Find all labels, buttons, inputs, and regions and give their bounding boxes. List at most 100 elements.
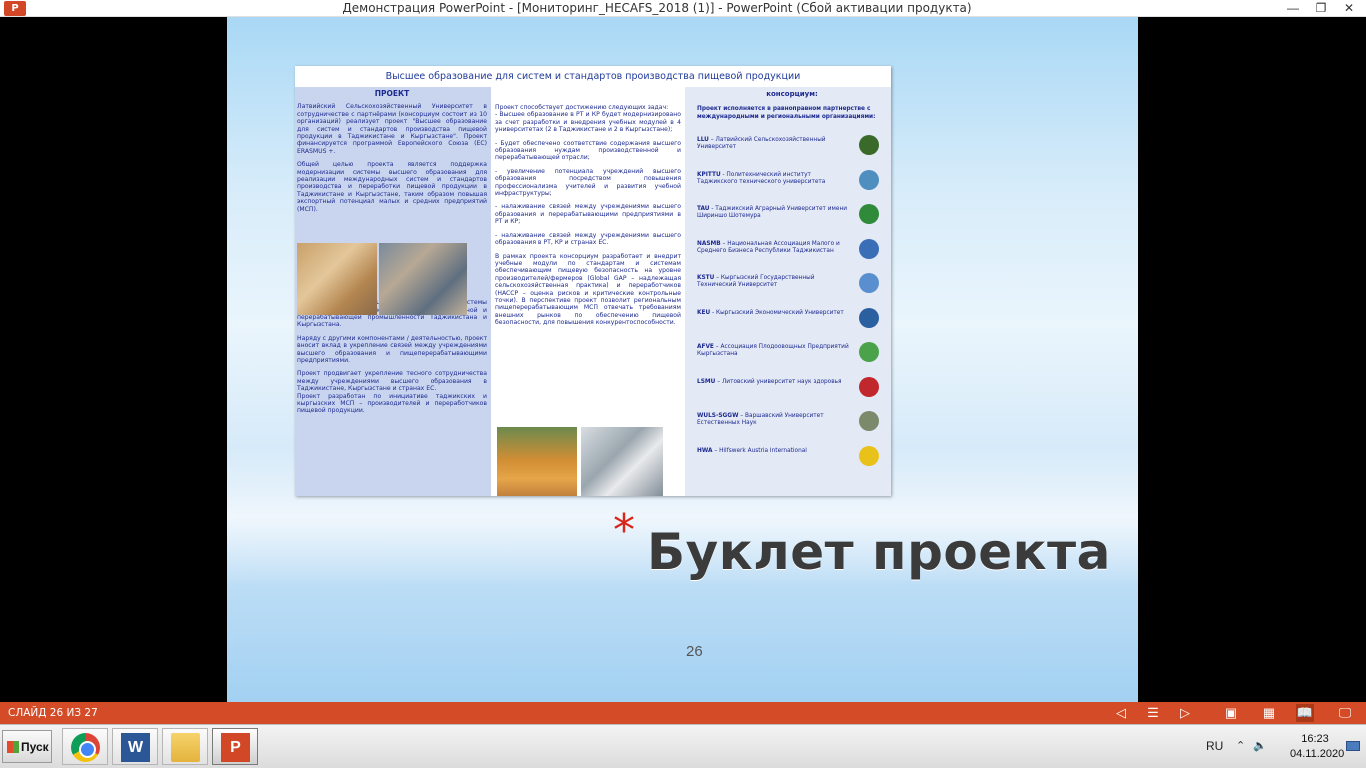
partner-abbr: KSTU: [697, 275, 715, 282]
brochure-photo-lab-worker: [581, 427, 663, 496]
title-bullet: *: [613, 505, 635, 556]
slideshow-icon[interactable]: 🖵: [1336, 704, 1354, 722]
task-links-eu-text: - налаживание связей между учреждениями …: [495, 231, 681, 247]
partner-name: - Кыргызский Экономический Университет: [710, 309, 844, 316]
task-content-text: - Будет обеспечено соответствие содержан…: [495, 139, 681, 162]
windows-taskbar: Пуск W P RU ⌃ 🔈 16:23 04.11.2020: [0, 724, 1366, 768]
partner-text: LLU – Латвийский Сельскохозяйственный Ун…: [697, 137, 849, 151]
partner-abbr: KEU: [697, 309, 711, 316]
windows-logo-icon: [7, 741, 19, 753]
start-button[interactable]: Пуск: [2, 730, 52, 763]
partner-abbr: KPITTU: [697, 171, 721, 178]
partner-item: LLU – Латвийский Сельскохозяйственный Ун…: [697, 129, 887, 164]
partner-item: LSMU – Литовский университет наук здоров…: [697, 371, 887, 406]
brochure-photo-food-processing: [297, 243, 377, 315]
partner-text: WULS-SGGW – Варшавский Университет Естес…: [697, 413, 849, 427]
partner-item: AFVE – Ассоциация Плодоовощных Предприят…: [697, 336, 887, 371]
powerpoint-icon: P: [221, 733, 250, 762]
partner-abbr: LLU: [697, 137, 709, 144]
partner-abbr: AFVE: [697, 344, 714, 351]
project-intro-text: Латвийский Сельскохозяйственный Универси…: [297, 103, 487, 155]
taskbar-chrome[interactable]: [62, 728, 108, 765]
partner-text: KSTU – Кыргызский Государственный Технич…: [697, 275, 849, 289]
consortium-intro: Проект исполняется в равноправном партне…: [697, 106, 876, 120]
partner-list: LLU – Латвийский Сельскохозяйственный Ун…: [697, 129, 887, 474]
brochure-photo-group-visit: [379, 243, 467, 315]
brochure-column-consortium: консорциум: Проект исполняется в равнопр…: [685, 87, 891, 496]
partner-abbr: NASMB: [697, 240, 721, 247]
partner-logo-icon: [859, 273, 879, 294]
slide-list-icon[interactable]: ☰: [1144, 704, 1162, 722]
word-icon: W: [121, 733, 150, 762]
partner-item: WULS-SGGW – Варшавский Университет Естес…: [697, 405, 887, 440]
project-components-text: Наряду с другими компонентами / деятельн…: [297, 334, 487, 364]
clock-date: 04.11.2020: [1290, 748, 1345, 760]
partner-item: KSTU – Кыргызский Государственный Технич…: [697, 267, 887, 302]
project-heading: ПРОЕКТ: [374, 89, 410, 98]
partner-logo-icon: [859, 445, 879, 466]
reading-view-icon[interactable]: 📖: [1296, 704, 1314, 722]
partner-abbr: LSMU: [697, 378, 716, 385]
partner-abbr: WULS-SGGW: [697, 413, 739, 420]
partner-abbr: HWA: [697, 447, 713, 454]
project-goal-text: Общей целью проекта является поддержка м…: [297, 161, 487, 213]
language-indicator[interactable]: RU: [1206, 739, 1223, 753]
brochure-header: Высшее образование для систем и стандарт…: [385, 71, 801, 82]
task-capacity-text: - увеличение потенциала учреждений высше…: [495, 167, 681, 198]
partner-name: – Литовский университет наук здоровья: [715, 378, 842, 385]
partner-logo-icon: [859, 204, 879, 225]
normal-view-icon[interactable]: ▣: [1222, 704, 1240, 722]
partner-logo-icon: [859, 135, 879, 156]
brochure-column-tasks: Проект способствует достижению следующих…: [491, 87, 685, 496]
volume-icon[interactable]: 🔈: [1253, 739, 1267, 752]
tasks-intro-text: Проект способствует достижению следующих…: [495, 104, 681, 134]
start-label: Пуск: [21, 740, 49, 754]
partner-abbr: TAU: [697, 206, 710, 213]
partner-logo-icon: [859, 238, 879, 259]
partner-name: – Hilfswerk Austria International: [712, 447, 807, 454]
task-links-enterprises-text: - налаживание связей между учреждениями …: [495, 203, 681, 226]
partner-item: KPITTU - Политехнический институт Таджик…: [697, 164, 887, 199]
partner-text: KPITTU - Политехнический институт Таджик…: [697, 172, 849, 186]
slide-sorter-icon[interactable]: ▦: [1260, 704, 1278, 722]
partner-logo-icon: [859, 376, 879, 397]
network-icon[interactable]: [1346, 741, 1360, 751]
partner-logo-icon: [859, 307, 879, 328]
partner-text: LSMU – Литовский университет наук здоров…: [697, 379, 849, 386]
partner-item: NASMB – Национальная Ассоциация Малого и…: [697, 233, 887, 268]
partner-text: AFVE – Ассоциация Плодоовощных Предприят…: [697, 344, 849, 358]
partner-text: HWA – Hilfswerk Austria International: [697, 448, 849, 455]
clock-time: 16:23: [1301, 733, 1329, 745]
partner-item: TAU - Таджикский Аграрный Университет им…: [697, 198, 887, 233]
previous-slide-icon[interactable]: ◁: [1112, 704, 1130, 722]
partner-item: KEU - Кыргызский Экономический Университ…: [697, 302, 887, 337]
project-initiative-text: Проект разработан по инициативе таджикск…: [297, 392, 487, 415]
partner-name: – Кыргызский Государственный Технический…: [697, 275, 815, 289]
system-clock[interactable]: 16:23 04.11.2020: [1290, 732, 1345, 762]
partner-item: HWA – Hilfswerk Austria International: [697, 440, 887, 475]
partner-logo-icon: [859, 169, 879, 190]
partner-text: TAU - Таджикский Аграрный Университет им…: [697, 206, 849, 220]
partner-text: KEU - Кыргызский Экономический Университ…: [697, 310, 849, 317]
close-button[interactable]: ✕: [1336, 0, 1362, 16]
minimize-button[interactable]: —: [1280, 0, 1306, 16]
brochure-photo-drying-fruit: [497, 427, 577, 496]
consortium-heading: консорциум:: [766, 90, 818, 98]
partner-name: - Таджикский Аграрный Университет имени …: [697, 206, 848, 220]
partner-name: – Латвийский Сельскохозяйственный Универ…: [697, 137, 826, 151]
slide-count: СЛАЙД 26 ИЗ 27: [8, 707, 98, 719]
current-slide[interactable]: Высшее образование для систем и стандарт…: [227, 17, 1138, 702]
slideshow-stage[interactable]: Высшее образование для систем и стандарт…: [0, 17, 1366, 702]
taskbar-explorer[interactable]: [162, 728, 208, 765]
next-slide-icon[interactable]: ▷: [1176, 704, 1194, 722]
project-cooperation-text: Проект продвигает укрепление тесного сот…: [297, 370, 487, 393]
taskbar-word[interactable]: W: [112, 728, 158, 765]
partner-text: NASMB – Национальная Ассоциация Малого и…: [697, 241, 849, 255]
consortium-modules-text: В рамках проекта консорциум разработает …: [495, 252, 681, 327]
partner-logo-icon: [859, 342, 879, 363]
restore-button[interactable]: ❐: [1308, 0, 1334, 16]
partner-name: – Ассоциация Плодоовощных Предприятий Кы…: [697, 344, 849, 358]
taskbar-powerpoint[interactable]: P: [212, 728, 258, 765]
show-hidden-icons-icon[interactable]: ⌃: [1236, 739, 1245, 752]
brochure-image: Высшее образование для систем и стандарт…: [295, 66, 891, 496]
